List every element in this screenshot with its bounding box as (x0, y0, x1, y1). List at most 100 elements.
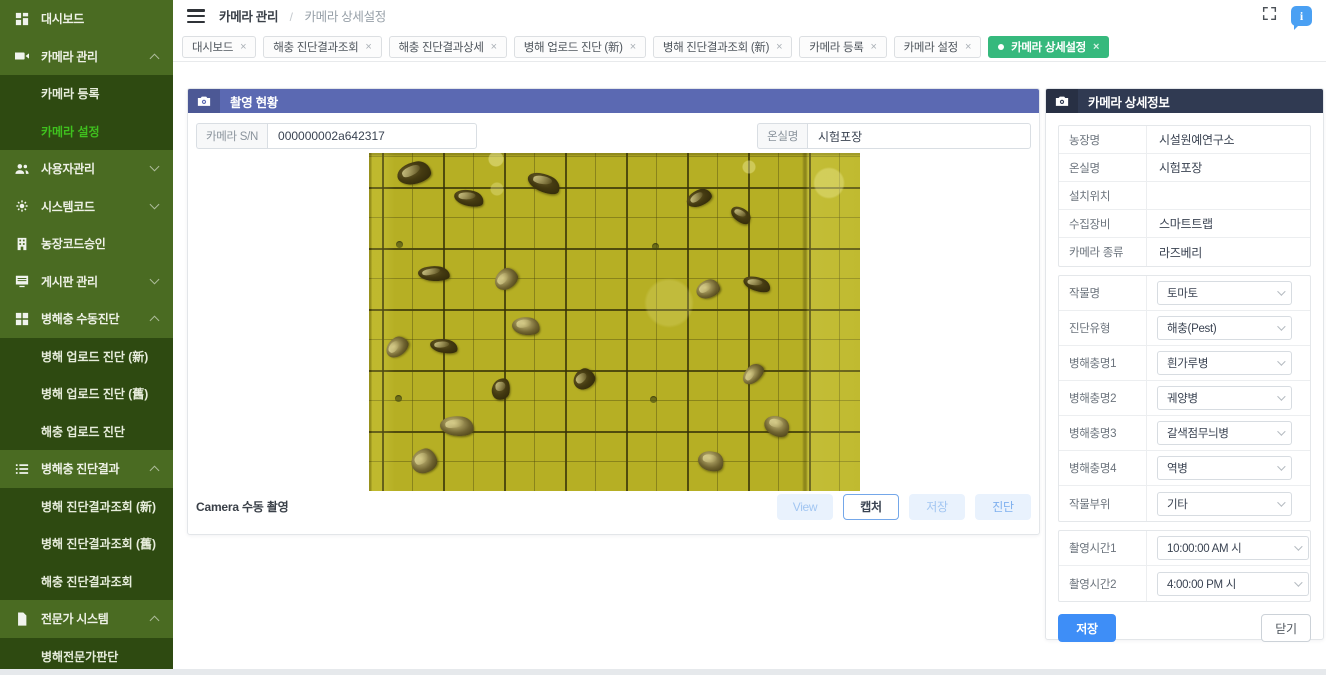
sidebar-item-farm-code-approval[interactable]: 농장코드승인 (0, 225, 173, 263)
diagnosis-type-select[interactable]: 해충(Pest) (1157, 316, 1292, 340)
sidebar-item-label: 카메라 등록 (41, 85, 100, 102)
row-label: 작물부위 (1059, 486, 1147, 521)
chevron-down-icon (1277, 322, 1285, 330)
tab-close-icon[interactable]: × (776, 41, 782, 53)
insect (490, 377, 512, 402)
sidebar-item-pest-results[interactable]: 해충 진단결과조회 (0, 563, 173, 601)
tab-camera-settings[interactable]: 카메라 설정 × (894, 36, 981, 58)
tab-label: 카메라 상세설정 (1011, 39, 1086, 55)
breadcrumb-section[interactable]: 카메라 관리 (219, 10, 278, 24)
table-row: 온실명 시험포장 (1059, 154, 1310, 182)
camera-sn-label: 카메라 S/N (196, 123, 267, 149)
sidebar-item-system-code[interactable]: 시스템코드 (0, 188, 173, 226)
tab-close-icon[interactable]: × (630, 41, 636, 53)
capture-button[interactable]: 캡처 (843, 494, 899, 520)
tab-disease-upload-new[interactable]: 병해 업로드 진단 (新) × (514, 36, 646, 58)
sidebar-item-board-management[interactable]: 게시판 관리 (0, 263, 173, 301)
sidebar-item-manual-diagnosis[interactable]: 병해충 수동진단 (0, 300, 173, 338)
insect (395, 159, 432, 187)
insect (684, 186, 714, 210)
greenhouse-input[interactable]: 시험포장 (807, 123, 1031, 149)
sidebar-item-label: 병해충 진단결과 (41, 460, 119, 477)
row-label: 촬영시간1 (1059, 531, 1147, 565)
sidebar-item-label: 시스템코드 (41, 198, 95, 215)
tab-close-icon[interactable]: × (871, 41, 877, 53)
tab-close-icon[interactable]: × (965, 41, 971, 53)
select-value: 10:00:00 AM 시 (1167, 540, 1241, 556)
sidebar-item-pest-upload[interactable]: 해충 업로드 진단 (0, 413, 173, 451)
sidebar-item-camera-management[interactable]: 카메라 관리 (0, 38, 173, 76)
tab-close-icon[interactable]: × (1093, 41, 1099, 53)
row-value: 시험포장 (1147, 159, 1202, 176)
hamburger-menu-icon[interactable] (187, 9, 205, 23)
row-label: 온실명 (1059, 154, 1147, 181)
tab-pest-results[interactable]: 해충 진단결과조회 × (263, 36, 381, 58)
capture-time2-select[interactable]: 4:00:00 PM 시 (1157, 572, 1309, 596)
active-tab-dot (998, 44, 1004, 50)
save-button[interactable]: 저장 (1058, 614, 1116, 642)
select-value: 기타 (1167, 496, 1188, 512)
tab-label: 카메라 설정 (904, 39, 958, 55)
sidebar-item-label: 농장코드승인 (41, 235, 105, 252)
crop-name-select[interactable]: 토마토 (1157, 281, 1292, 305)
insect (429, 336, 459, 356)
chevron-down-icon (1277, 357, 1285, 365)
pest2-select[interactable]: 궤양병 (1157, 386, 1292, 410)
save-image-button[interactable]: 저장 (909, 494, 965, 520)
crop-part-select[interactable]: 기타 (1157, 492, 1292, 516)
gear-icon (15, 199, 41, 213)
message-icon[interactable]: i (1291, 6, 1312, 26)
sidebar-item-label: 대시보드 (41, 10, 84, 27)
insect (739, 360, 768, 388)
capture-panel-footer: Camera 수동 촬영 View 캡처 저장 진단 (188, 489, 1039, 534)
diagnose-button[interactable]: 진단 (975, 494, 1031, 520)
sidebar-item-disease-upload-new[interactable]: 병해 업로드 진단 (新) (0, 338, 173, 376)
capture-time1-select[interactable]: 10:00:00 AM 시 (1157, 536, 1309, 560)
sidebar-item-disease-results-new[interactable]: 병해 진단결과조회 (新) (0, 488, 173, 526)
row-label: 병해충명3 (1059, 416, 1147, 450)
row-value: 스마트트랩 (1147, 215, 1213, 232)
bottom-scrollbar-strip[interactable] (0, 669, 1326, 675)
view-button[interactable]: View (777, 494, 833, 520)
row-label: 촬영시간2 (1059, 566, 1147, 601)
row-label: 수집장비 (1059, 210, 1147, 237)
sidebar-item-label: 게시판 관리 (41, 273, 98, 290)
trap-hole (650, 396, 657, 403)
sidebar-item-camera-settings[interactable]: 카메라 설정 (0, 113, 173, 151)
tab-camera-register[interactable]: 카메라 등록 × (799, 36, 886, 58)
pest4-select[interactable]: 역병 (1157, 456, 1292, 480)
pest1-select[interactable]: 흰가루병 (1157, 351, 1292, 375)
tab-close-icon[interactable]: × (491, 41, 497, 53)
sidebar-item-user-management[interactable]: 사용자관리 (0, 150, 173, 188)
sidebar-item-label: 병해 업로드 진단 (新) (41, 348, 148, 365)
tab-close-icon[interactable]: × (240, 41, 246, 53)
sidebar-item-label: 해충 업로드 진단 (41, 423, 125, 440)
breadcrumb-page: 카메라 상세설정 (304, 10, 386, 24)
sidebar-item-camera-register[interactable]: 카메라 등록 (0, 75, 173, 113)
insect (570, 365, 598, 392)
camera-sn-input[interactable]: 000000002a642317 (267, 123, 477, 149)
detail-panel-title: 카메라 상세정보 (1088, 92, 1170, 111)
trap-hole (396, 241, 403, 248)
tab-close-icon[interactable]: × (365, 41, 371, 53)
table-row: 카메라 종류 라즈베리 (1059, 238, 1310, 266)
tab-pest-result-detail[interactable]: 해충 진단결과상세 × (389, 36, 507, 58)
topbar: 카메라 관리 / 카메라 상세설정 i (173, 0, 1326, 32)
pest3-select[interactable]: 갈색점무늬병 (1157, 421, 1292, 445)
sidebar-item-expert-system[interactable]: 전문가 시스템 (0, 600, 173, 638)
tab-dashboard[interactable]: 대시보드 × (182, 36, 256, 58)
fullscreen-icon[interactable] (1262, 6, 1277, 26)
insect (417, 264, 450, 282)
table-row: 병해충명4 역병 (1059, 451, 1310, 486)
tab-disease-results-new[interactable]: 병해 진단결과조회 (新) × (653, 36, 792, 58)
sidebar-item-disease-results-old[interactable]: 병해 진단결과조회 (舊) (0, 525, 173, 563)
trap-photo-insects (369, 153, 860, 491)
sidebar-item-dashboard[interactable]: 대시보드 (0, 0, 173, 38)
board-icon (15, 274, 41, 288)
tab-camera-detail-settings[interactable]: 카메라 상세설정 × (988, 36, 1109, 58)
close-button[interactable]: 닫기 (1261, 614, 1311, 642)
users-icon (15, 162, 41, 176)
sidebar-item-disease-upload-old[interactable]: 병해 업로드 진단 (舊) (0, 375, 173, 413)
camera-icon (188, 89, 220, 113)
sidebar-item-diagnosis-results[interactable]: 병해충 진단결과 (0, 450, 173, 488)
